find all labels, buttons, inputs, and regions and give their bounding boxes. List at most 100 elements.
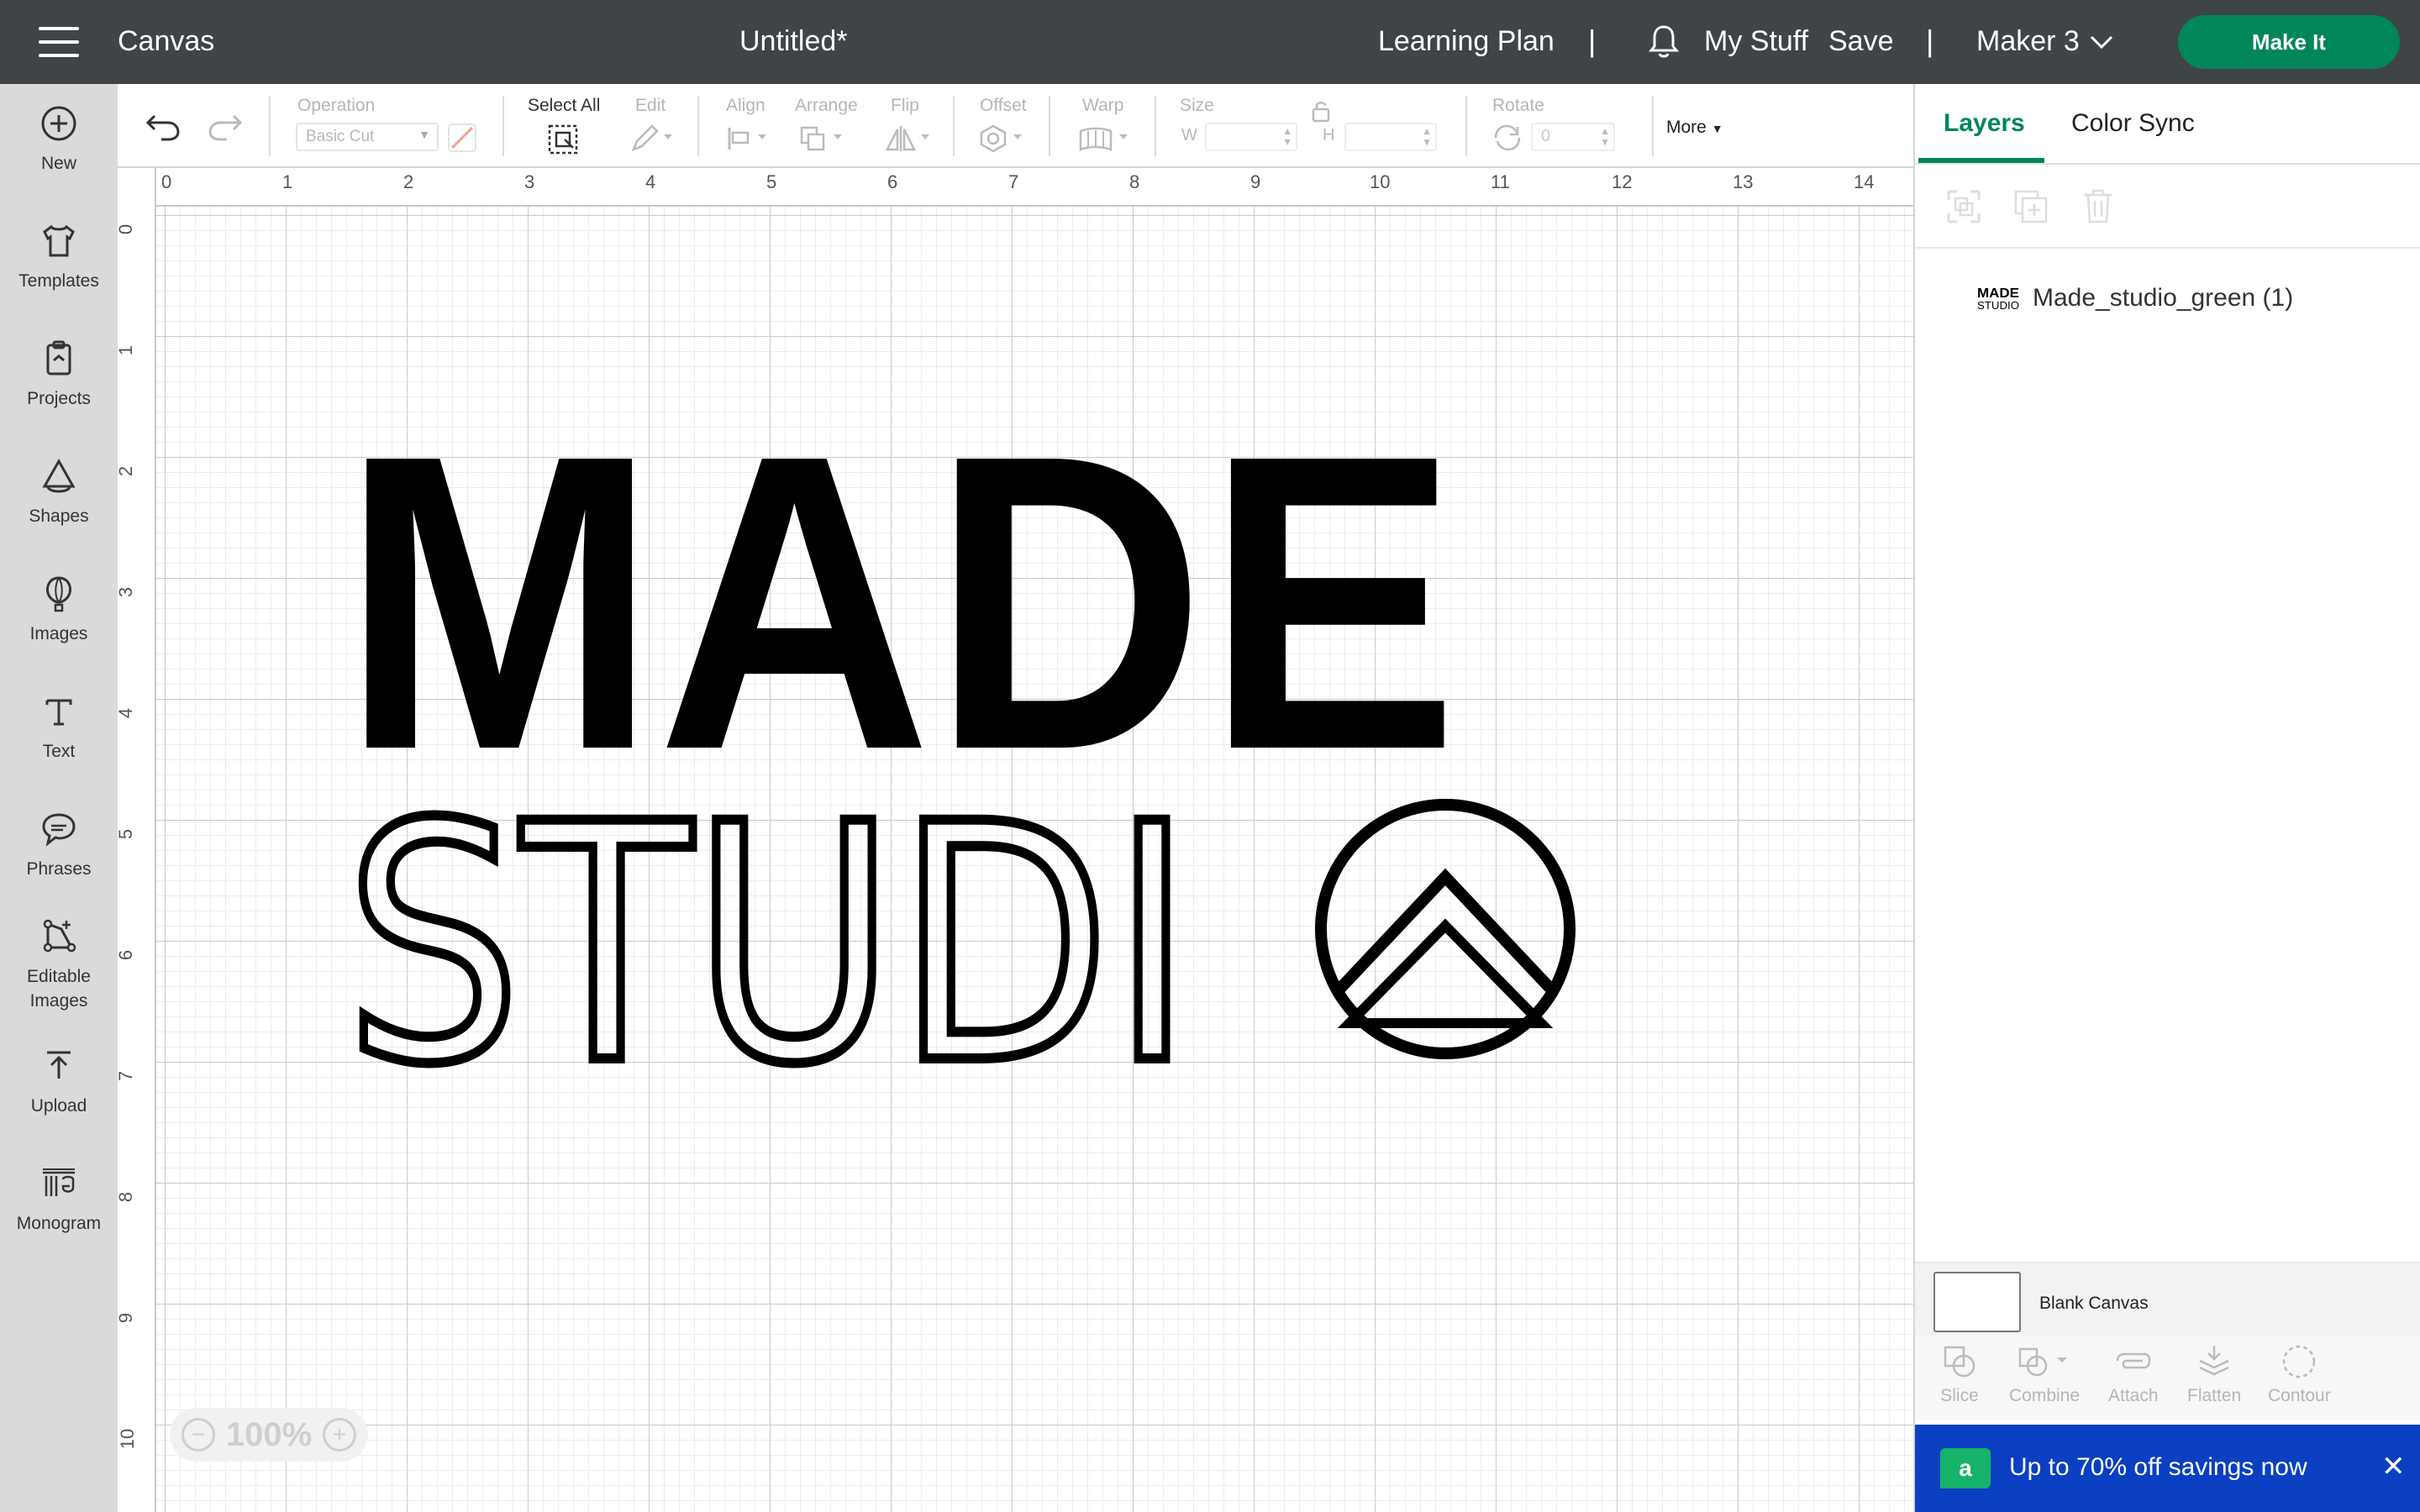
sidebar-item-text[interactable]: Text <box>0 690 118 764</box>
duplicate-icon[interactable] <box>2012 188 2049 225</box>
logo-word-studio: STUDI <box>353 754 1193 1092</box>
notification-bell-icon[interactable] <box>1647 24 1681 60</box>
save-button[interactable]: Save <box>1828 25 1894 58</box>
contour-button[interactable]: Contour <box>2268 1342 2331 1406</box>
width-input[interactable]: ▲ ▼ <box>1205 123 1297 151</box>
rotate-label: Rotate <box>1492 96 1544 115</box>
offset-icon[interactable] <box>978 123 1030 155</box>
rotate-input[interactable]: 0 ▲ ▼ <box>1531 123 1615 151</box>
learning-plan-link[interactable]: Learning Plan <box>1378 25 1555 58</box>
ruler-tick: 13 <box>1733 171 1754 192</box>
sidebar-item-label: Templates <box>18 271 99 291</box>
arrange-icon[interactable] <box>798 123 850 155</box>
shirt-icon <box>43 224 75 257</box>
attach-button[interactable]: Attach <box>2108 1342 2159 1406</box>
undo-icon[interactable] <box>145 109 182 143</box>
select-all-label[interactable]: Select All <box>528 96 600 116</box>
rotate-value: 0 <box>1541 127 1551 145</box>
zoom-in-button[interactable]: + <box>323 1418 356 1452</box>
slice-button[interactable]: Slice <box>1940 1342 1979 1406</box>
select-all-icon[interactable] <box>546 123 580 156</box>
align-icon[interactable] <box>726 123 775 155</box>
hamburger-menu-icon[interactable] <box>39 27 79 57</box>
contour-icon <box>2283 1345 2316 1378</box>
operation-select[interactable]: Basic Cut ▼ <box>296 123 439 151</box>
ruler-horizontal: 0 1 2 3 4 5 6 7 8 9 10 11 12 13 14 <box>118 168 1913 207</box>
ruler-tick: 8 <box>1129 171 1140 192</box>
size-label: Size <box>1180 96 1214 115</box>
promo-banner[interactable]: a Up to 70% off savings now ✕ <box>1915 1425 2420 1512</box>
flatten-label: Flatten <box>2187 1386 2242 1405</box>
sidebar-item-projects[interactable]: Projects <box>0 338 118 411</box>
stepper-arrows-icon[interactable]: ▲ ▼ <box>1600 126 1610 148</box>
ruler-tick: 7 <box>118 1071 137 1081</box>
layers-panel: Layers Color Sync MADE STUDIO Made_studi… <box>1913 84 2420 1512</box>
flatten-button[interactable]: Flatten <box>2187 1342 2241 1406</box>
sidebar-item-phrases[interactable]: Phrases <box>0 808 118 881</box>
chevron-down-icon[interactable] <box>2089 32 2114 52</box>
toolbar-divider <box>1652 96 1654 156</box>
make-it-button[interactable]: Make It <box>2178 15 2400 69</box>
trash-icon[interactable] <box>2080 186 2117 225</box>
speech-bubble-icon <box>42 813 76 847</box>
more-menu[interactable]: More ▼ <box>1666 118 1723 138</box>
redo-icon[interactable] <box>207 109 244 143</box>
ruler-tick: 8 <box>118 1192 137 1202</box>
color-swatch-icon[interactable] <box>447 123 477 153</box>
editable-image-icon <box>43 919 76 953</box>
lock-icon[interactable] <box>1311 99 1331 123</box>
ruler-tick: 14 <box>1854 171 1875 192</box>
group-icon[interactable] <box>1945 188 1982 225</box>
my-stuff-link[interactable]: My Stuff <box>1704 25 1808 58</box>
sidebar-item-images[interactable]: Images <box>0 573 118 646</box>
sidebar-item-label: Text <box>42 742 76 761</box>
ruler-tick: 2 <box>403 171 414 192</box>
made-studio-logo[interactable]: MADE STUDI <box>353 302 1580 1092</box>
ruler-tick: 3 <box>118 587 137 597</box>
shapes-icon <box>42 458 76 493</box>
sidebar-item-new[interactable]: New <box>0 102 118 176</box>
sidebar-item-label: New <box>40 154 76 173</box>
promo-text[interactable]: Up to 70% off savings now <box>2009 1453 2307 1482</box>
design-canvas[interactable]: 0 1 2 3 4 5 6 7 8 9 10 11 12 13 14 0 1 2… <box>118 168 1913 1512</box>
machine-selector[interactable]: Maker 3 <box>1976 25 2080 58</box>
tab-layers[interactable]: Layers <box>1944 109 2025 138</box>
sidebar-item-editable-images[interactable]: Editable Images <box>0 916 118 1013</box>
warp-icon[interactable] <box>1077 123 1136 155</box>
stepper-arrows-icon[interactable]: ▲ ▼ <box>1282 126 1292 148</box>
layer-actions-bar <box>1915 165 2420 249</box>
zoom-out-button[interactable]: − <box>182 1418 215 1452</box>
rotate-icon[interactable] <box>1492 123 1523 153</box>
header-separator-2: | <box>1926 24 1934 58</box>
ruler-tick: 4 <box>118 708 137 718</box>
monogram-icon <box>43 1168 75 1196</box>
close-icon[interactable]: ✕ <box>2381 1450 2406 1483</box>
sidebar-item-monogram[interactable]: Monogram <box>0 1163 118 1236</box>
attach-paperclip-icon <box>2116 1352 2151 1369</box>
combine-button[interactable]: Combine <box>2009 1342 2080 1406</box>
layer-item[interactable]: MADE STUDIO Made_studio_green (1) <box>1915 267 2420 331</box>
sidebar-item-shapes[interactable]: Shapes <box>0 455 118 528</box>
height-input[interactable]: ▲ ▼ <box>1344 123 1437 151</box>
blank-canvas-swatch[interactable] <box>1933 1272 2021 1332</box>
sidebar-item-upload[interactable]: Upload <box>0 1045 118 1118</box>
sidebar-item-templates[interactable]: Templates <box>0 220 118 293</box>
ruler-tick: 12 <box>1612 171 1633 192</box>
logo-mountain-circle <box>1315 799 1576 1059</box>
ruler-tick: 9 <box>1250 171 1261 192</box>
warp-label: Warp <box>1082 96 1124 115</box>
toolbar-divider <box>697 96 699 156</box>
combine-icon <box>2018 1347 2068 1377</box>
ruler-tick: 2 <box>118 466 137 476</box>
ruler-tick: 0 <box>161 171 172 192</box>
stepper-arrows-icon[interactable]: ▲ ▼ <box>1422 126 1432 148</box>
plus-circle-icon <box>41 106 76 141</box>
align-label: Align <box>726 96 765 115</box>
edit-label: Edit <box>635 96 666 115</box>
document-title[interactable]: Untitled* <box>739 25 848 58</box>
layer-name[interactable]: Made_studio_green (1) <box>2033 284 2293 312</box>
edit-pen-icon[interactable] <box>629 123 677 155</box>
height-letter: H <box>1323 126 1335 144</box>
tab-color-sync[interactable]: Color Sync <box>2071 109 2195 138</box>
flip-icon[interactable] <box>884 123 938 155</box>
